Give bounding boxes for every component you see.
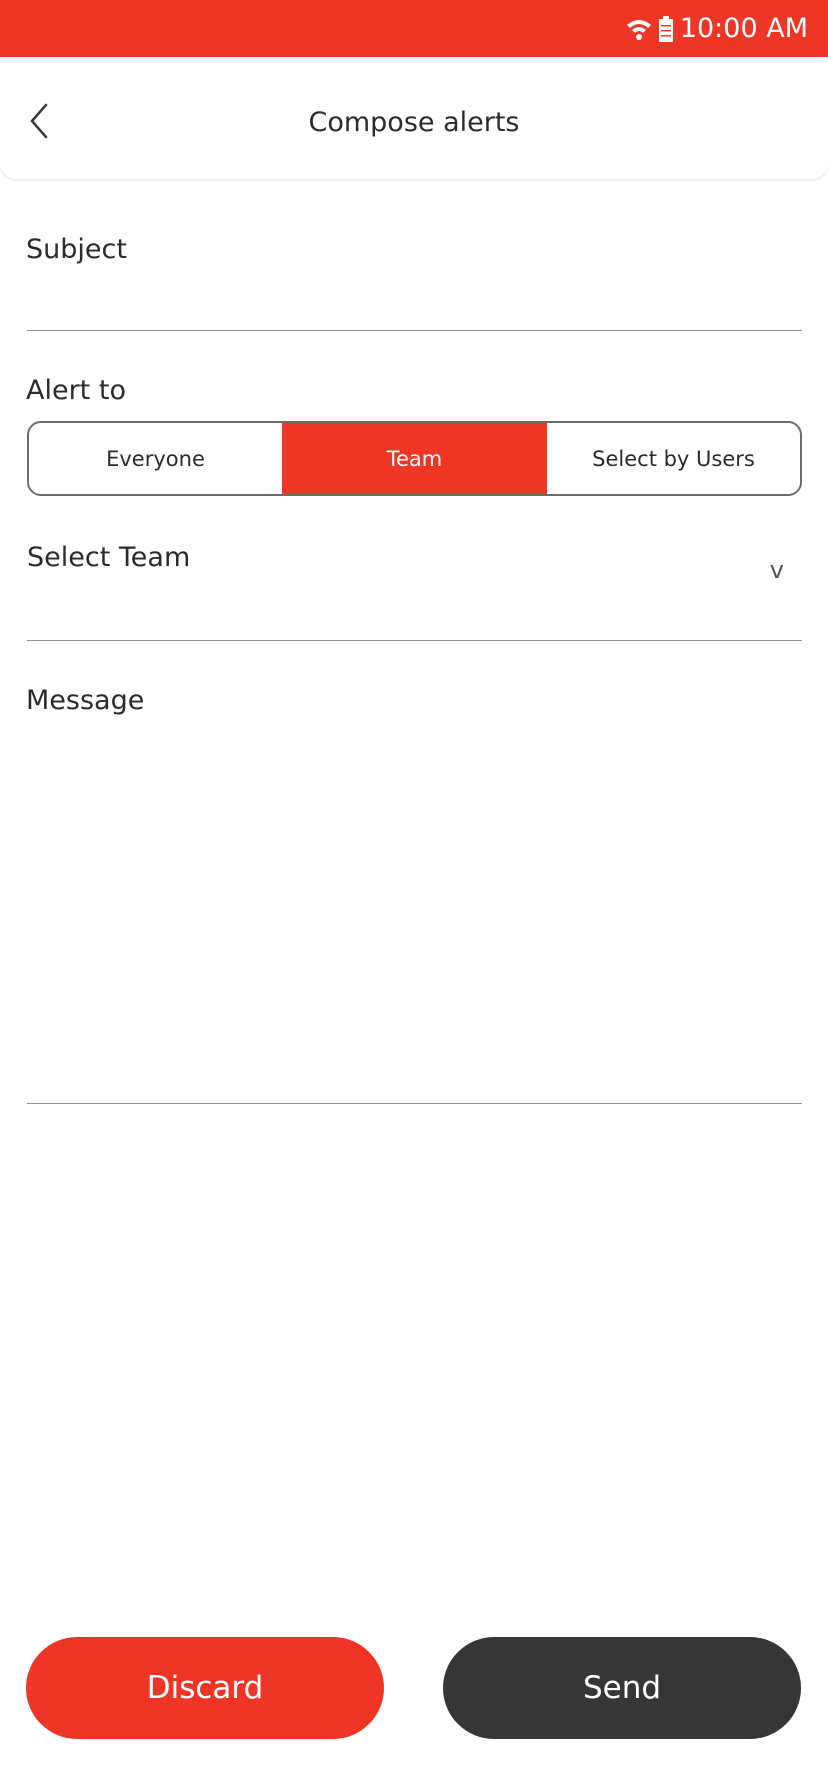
status-bar: 10:00 AM: [0, 0, 828, 57]
battery-icon: [658, 15, 673, 42]
alert-to-label: Alert to: [26, 375, 126, 406]
wifi-icon: [626, 19, 651, 40]
alert-to-select-by-users-option[interactable]: Select by Users: [547, 423, 800, 494]
subject-input[interactable]: [27, 272, 802, 328]
page-title: Compose alerts: [308, 107, 520, 138]
message-input[interactable]: [27, 730, 802, 1100]
select-team-underline: [27, 640, 802, 641]
discard-button[interactable]: Discard: [26, 1637, 384, 1739]
message-underline: [27, 1103, 802, 1104]
alert-to-team-option[interactable]: Team: [282, 423, 547, 494]
chevron-down-icon: v: [769, 556, 784, 584]
subject-underline: [27, 330, 802, 331]
status-time: 10:00 AM: [679, 13, 808, 44]
subject-label: Subject: [26, 234, 127, 265]
alert-to-segmented-control: Everyone Team Select by Users: [27, 421, 802, 496]
alert-to-everyone-option[interactable]: Everyone: [29, 423, 282, 494]
send-button[interactable]: Send: [443, 1637, 801, 1739]
app-header: Compose alerts: [0, 57, 828, 179]
select-team-dropdown[interactable]: Select Team v: [27, 530, 802, 640]
message-label: Message: [26, 685, 145, 716]
select-team-label: Select Team: [27, 542, 191, 573]
